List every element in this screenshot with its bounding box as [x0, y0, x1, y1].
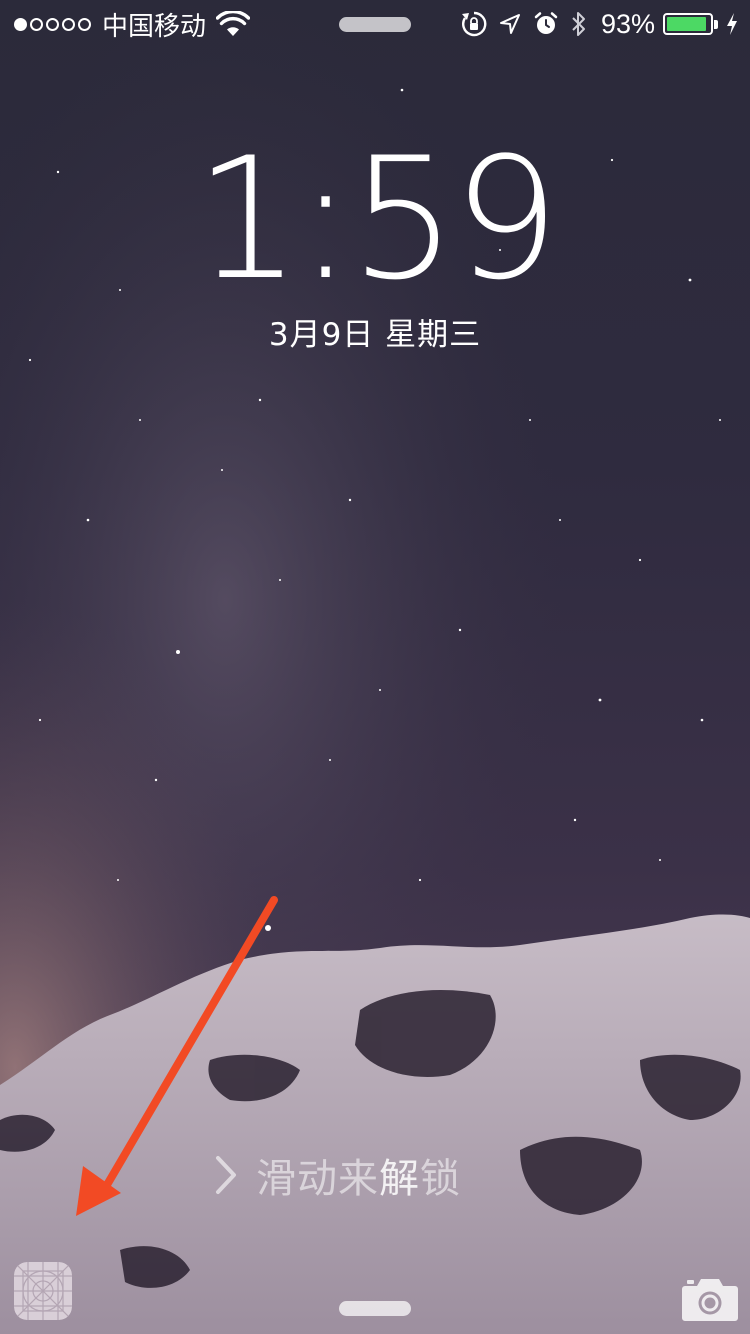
battery-level-fill	[667, 17, 706, 31]
signal-dot	[30, 17, 43, 31]
chevron-right-icon	[216, 1156, 236, 1194]
wifi-icon	[216, 11, 251, 36]
carrier-name: 中国移动	[102, 11, 207, 42]
location-arrow-icon	[499, 14, 520, 34]
notification-center-grabber[interactable]	[339, 17, 411, 32]
app-placeholder-icon[interactable]	[14, 1262, 72, 1320]
slide-to-unlock-label-part: 锁	[420, 1156, 461, 1202]
signal-dot	[62, 17, 75, 31]
status-bar-left: 中国移动	[14, 6, 251, 42]
camera-icon[interactable]	[681, 1276, 739, 1322]
bluetooth-icon	[572, 12, 585, 36]
signal-dot	[14, 17, 27, 31]
lock-screen: 中国移动 93% 1:59 3月9日 星期三 滑动来解锁	[0, 0, 750, 1334]
charging-bolt-icon	[727, 13, 737, 35]
slide-to-unlock-label: 滑动来解锁	[256, 1146, 461, 1204]
control-center-grabber[interactable]	[339, 1301, 411, 1316]
battery-percent: 93%	[600, 8, 655, 39]
signal-dot	[46, 17, 59, 31]
signal-dots-icon	[14, 17, 94, 31]
orientation-lock-icon	[461, 11, 487, 37]
alarm-icon	[534, 12, 558, 34]
slide-to-unlock-label-part: 滑动来	[256, 1156, 379, 1202]
status-bar: 中国移动 93%	[0, 0, 750, 50]
signal-dot	[78, 17, 91, 31]
slide-to-unlock[interactable]: 滑动来解锁	[212, 1145, 461, 1205]
lock-screen-date: 3月9日 星期三	[268, 317, 482, 353]
status-bar-right: 93%	[449, 6, 738, 42]
slide-to-unlock-label-part: 解	[379, 1156, 420, 1202]
lock-screen-time: 1:59	[194, 121, 559, 317]
battery-cap	[714, 19, 718, 29]
battery-icon	[663, 13, 713, 35]
